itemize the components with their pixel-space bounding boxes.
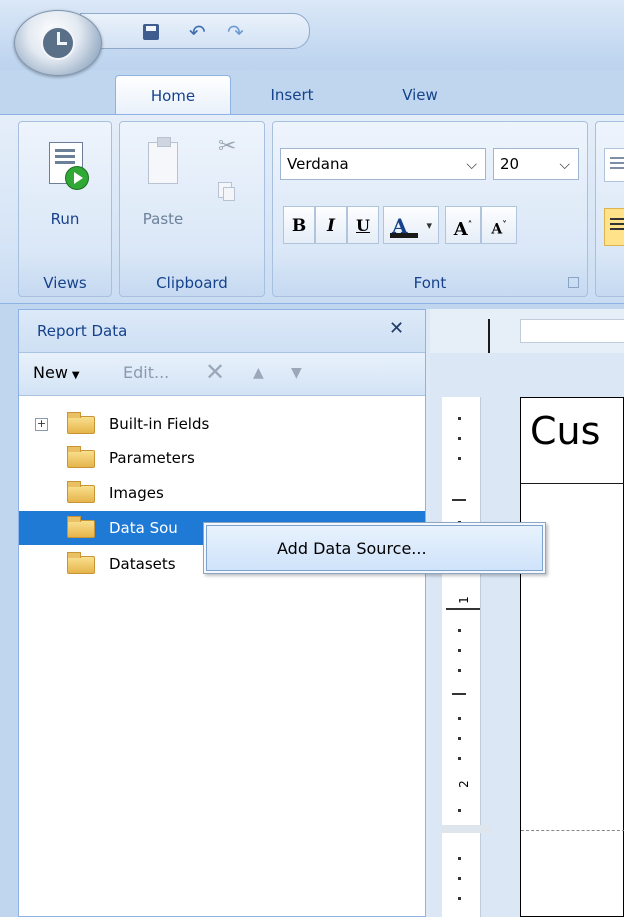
clipboard-group-label: Clipboard — [156, 274, 228, 292]
font-name-value: Verdana — [287, 155, 349, 173]
folder-icon — [67, 516, 95, 538]
ruler-tick — [452, 499, 466, 501]
undo-icon[interactable]: ↶ — [189, 22, 209, 42]
paragraph-group — [595, 121, 624, 297]
ruler-tick — [458, 857, 461, 860]
close-icon[interactable]: ✕ — [389, 318, 404, 339]
ruler-label: 2 — [456, 780, 471, 788]
ruler-tick — [458, 629, 461, 632]
bold-button[interactable]: B — [283, 206, 315, 244]
font-name-select[interactable]: Verdana ⌵ — [280, 148, 486, 180]
panel-title: Report Data — [37, 322, 128, 340]
cut-icon[interactable]: ✂ — [218, 134, 236, 159]
move-up-icon[interactable]: ▲ — [253, 365, 264, 381]
new-button[interactable]: New ▼ — [33, 363, 80, 382]
views-group-label: Views — [43, 274, 87, 292]
expand-icon[interactable]: + — [35, 418, 48, 431]
ruler-tick — [458, 457, 461, 460]
folder-icon — [67, 552, 95, 574]
menu-item-add-data-source[interactable]: Add Data Source... — [206, 525, 543, 571]
ribbon: Run Views Paste ✂ Clipboard Verdana ⌵ 20… — [0, 114, 624, 304]
grow-font-button[interactable]: A˄ — [445, 206, 481, 244]
folder-icon — [67, 412, 95, 434]
underline-button[interactable]: U — [347, 206, 379, 244]
clipboard-group: Paste ✂ Clipboard — [119, 121, 265, 297]
play-icon — [65, 166, 89, 190]
page-margin-line — [521, 830, 624, 831]
tree-item-label: Data Sou — [109, 519, 178, 537]
menu-item-label: Add Data Source... — [277, 539, 427, 558]
views-group: Run Views — [18, 121, 112, 297]
font-size-value: 20 — [500, 155, 520, 173]
context-menu: Add Data Source... — [203, 522, 546, 574]
align-left-icon[interactable] — [604, 148, 624, 182]
new-label: New — [33, 363, 68, 382]
panel-header: Report Data ✕ — [19, 310, 425, 352]
panel-toolbar: New ▼ Edit... ✕ ▲ ▼ — [19, 352, 425, 396]
report-data-panel: Report Data ✕ New ▼ Edit... ✕ ▲ ▼ + Built… — [18, 309, 426, 917]
tab-home[interactable]: Home — [115, 75, 231, 115]
ruler-strip — [520, 319, 624, 343]
font-size-select[interactable]: 20 ⌵ — [493, 148, 579, 180]
application-button[interactable] — [14, 10, 102, 76]
dropdown-arrow-icon: ▾ — [426, 219, 432, 232]
horizontal-ruler — [430, 309, 624, 353]
italic-button[interactable]: I — [315, 206, 347, 244]
move-down-icon[interactable]: ▼ — [291, 365, 302, 381]
ruler-tick — [458, 877, 461, 880]
font-group-label: Font — [413, 274, 447, 292]
design-surface: 1 2 Cus — [430, 309, 624, 917]
redo-icon[interactable]: ↷ — [227, 22, 247, 42]
ruler-tick — [458, 757, 461, 760]
ruler-tick — [458, 417, 461, 420]
report-page[interactable]: Cus — [520, 397, 624, 917]
ruler-tick — [452, 693, 466, 695]
ruler-tick — [458, 897, 461, 900]
font-color-swatch — [390, 233, 418, 238]
run-label: Run — [50, 210, 80, 228]
tree-item-label: Parameters — [109, 449, 195, 467]
font-color-button[interactable]: A ▾ — [383, 206, 439, 244]
tree-item-label: Built-in Fields — [109, 415, 210, 433]
tree-item-built-in-fields[interactable]: + Built-in Fields — [19, 407, 425, 441]
paste-label: Paste — [142, 210, 184, 228]
margin-band — [442, 825, 492, 833]
ruler-tick — [458, 649, 461, 652]
dropdown-arrow-icon: ▼ — [71, 370, 80, 381]
tree-item-images[interactable]: Images — [19, 476, 425, 510]
run-button[interactable]: Run — [29, 128, 101, 228]
report-title-textbox[interactable]: Cus — [521, 398, 624, 484]
ruler-label: 1 — [456, 596, 471, 604]
chevron-down-icon: ⌵ — [466, 157, 477, 173]
edit-button[interactable]: Edit... — [123, 363, 169, 382]
ruler-marker — [488, 319, 490, 353]
tree-item-parameters[interactable]: Parameters — [19, 441, 425, 475]
paste-icon — [148, 137, 178, 184]
font-group: Verdana ⌵ 20 ⌵ B I U A ▾ A˄ A˅ Font — [272, 121, 588, 297]
quick-access-toolbar: ↶ ↷ — [80, 13, 310, 49]
shrink-font-button[interactable]: A˅ — [481, 206, 517, 244]
justify-icon[interactable] — [604, 208, 624, 246]
ruler-marker — [446, 608, 480, 610]
ruler-tick — [458, 717, 461, 720]
delete-icon[interactable]: ✕ — [205, 358, 225, 386]
tree-item-label: Images — [109, 484, 164, 502]
chevron-down-icon: ⌵ — [559, 157, 570, 173]
folder-icon — [67, 481, 95, 503]
tree-item-label: Datasets — [109, 555, 176, 573]
application-logo-icon — [41, 26, 75, 60]
grow-font-glyph: A — [453, 219, 468, 240]
folder-icon — [67, 446, 95, 468]
save-icon[interactable] — [141, 22, 161, 42]
ruler-tick — [458, 437, 461, 440]
paste-button[interactable]: Paste — [132, 128, 194, 228]
shrink-font-glyph: A — [491, 221, 503, 238]
ruler-tick — [458, 809, 461, 812]
tab-view[interactable]: View — [380, 75, 460, 115]
copy-icon[interactable] — [218, 182, 235, 201]
ruler-tick — [458, 669, 461, 672]
vertical-ruler: 1 2 — [442, 397, 492, 917]
tab-insert[interactable]: Insert — [252, 75, 332, 115]
ruler-tick — [458, 737, 461, 740]
